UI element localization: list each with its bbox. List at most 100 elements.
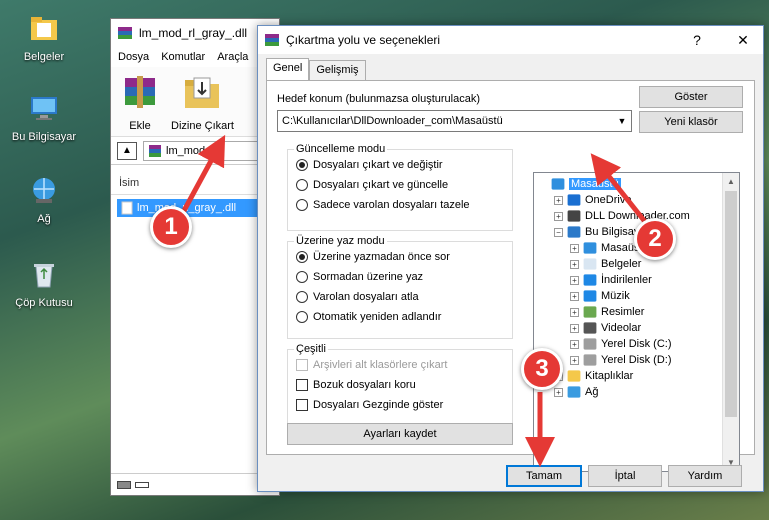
misc-option-keep-broken[interactable]: Bozuk dosyaları koru bbox=[296, 379, 416, 391]
radio-button[interactable] bbox=[296, 291, 308, 303]
collapse-icon[interactable]: − bbox=[554, 227, 563, 237]
misc-option-show-in-explorer[interactable]: Dosyaları Gezginde göster bbox=[296, 399, 443, 411]
save-settings-button[interactable]: Ayarları kaydet bbox=[287, 423, 513, 445]
archive-path-box[interactable]: lm_mod_rl_ bbox=[143, 140, 273, 161]
winrar-title: lm_mod_rl_gray_.dll bbox=[139, 26, 248, 40]
destination-combobox[interactable]: C:\Kullanıcılar\DllDownloader_com\Masaüs… bbox=[277, 110, 632, 132]
overwrite-option-rename[interactable]: Otomatik yeniden adlandır bbox=[296, 311, 441, 323]
documents-icon bbox=[583, 258, 597, 270]
tree-item[interactable]: + Yerel Disk (C:) bbox=[570, 336, 672, 352]
up-arrow-icon: ▲ bbox=[122, 145, 132, 156]
desktop-icon-label: Çöp Kutusu bbox=[15, 297, 73, 309]
cancel-button[interactable]: İptal bbox=[588, 465, 662, 487]
expand-icon[interactable]: + bbox=[570, 339, 579, 349]
desktop-icon-label: Belgeler bbox=[23, 51, 65, 63]
dialog-title-bar[interactable]: Çıkartma yolu ve seçenekleri ? ✕ bbox=[258, 26, 763, 54]
scrollbar-thumb[interactable] bbox=[725, 191, 737, 417]
radio-button[interactable] bbox=[296, 251, 308, 263]
pictures-icon bbox=[583, 306, 597, 318]
tree-item[interactable]: + İndirilenler bbox=[570, 272, 652, 288]
tree-item-label: Masaüstü bbox=[569, 178, 621, 190]
tree-item[interactable]: + Videolar bbox=[570, 320, 641, 336]
tree-item[interactable]: +Kitaplıklar bbox=[554, 368, 633, 384]
radio-button[interactable] bbox=[296, 271, 308, 283]
up-folder-button[interactable]: ▲ bbox=[117, 141, 137, 160]
expand-icon[interactable]: + bbox=[570, 323, 579, 333]
radio-button[interactable] bbox=[296, 159, 308, 171]
option-label: Dosyaları çıkart ve değiştir bbox=[313, 159, 443, 171]
expand-icon[interactable]: + bbox=[570, 259, 579, 269]
add-button[interactable]: Ekle bbox=[119, 72, 161, 132]
expand-icon[interactable]: + bbox=[570, 307, 579, 317]
tree-item[interactable]: + OneDrive bbox=[554, 192, 631, 208]
ok-button[interactable]: Tamam bbox=[506, 465, 582, 487]
winrar-app-icon bbox=[265, 34, 279, 46]
misc-title: Çeşitli bbox=[294, 343, 328, 355]
tree-item-label: Yerel Disk (D:) bbox=[601, 354, 672, 366]
tree-item-label: Resimler bbox=[601, 306, 645, 318]
download-icon bbox=[583, 274, 597, 286]
desktop-icon bbox=[583, 242, 597, 254]
tree-item-label: İndirilenler bbox=[601, 274, 652, 286]
winrar-window: lm_mod_rl_gray_.dll Dosya Komutlar Araçl… bbox=[110, 18, 280, 496]
extract-folder-icon bbox=[185, 77, 220, 108]
expand-icon[interactable]: + bbox=[554, 211, 563, 221]
close-button[interactable]: ✕ bbox=[723, 32, 763, 49]
update-mode-option-replace[interactable]: Dosyaları çıkart ve değiştir bbox=[296, 159, 443, 171]
update-mode-option-freshen[interactable]: Sadece varolan dosyaları tazele bbox=[296, 199, 470, 211]
archive-icon bbox=[149, 144, 161, 157]
option-label: Varolan dosyaları atla bbox=[313, 291, 419, 303]
update-mode-option-update[interactable]: Dosyaları çıkart ve güncelle bbox=[296, 179, 448, 191]
chevron-down-icon[interactable]: ▼ bbox=[613, 111, 631, 131]
tree-item[interactable]: + Resimler bbox=[570, 304, 644, 320]
expand-icon[interactable]: + bbox=[570, 243, 579, 253]
overwrite-option-skip[interactable]: Varolan dosyaları atla bbox=[296, 291, 419, 303]
desktop-icon-recycle-bin[interactable]: Çöp Kutusu bbox=[9, 258, 79, 309]
column-header-name[interactable]: İsim bbox=[111, 171, 279, 195]
scroll-up-icon[interactable]: ▲ bbox=[723, 173, 739, 190]
desktop-icon-documents[interactable]: Belgeler bbox=[9, 12, 79, 63]
tree-item[interactable]: + Belgeler bbox=[570, 256, 641, 272]
expand-icon[interactable]: + bbox=[570, 291, 579, 301]
menu-tools[interactable]: Araçla bbox=[217, 51, 248, 63]
expand-icon[interactable]: + bbox=[554, 195, 563, 205]
extract-to-button[interactable]: Dizine Çıkart bbox=[171, 72, 234, 132]
tree-item[interactable]: + Ağ bbox=[554, 384, 598, 400]
step-marker-1: 1 bbox=[150, 206, 192, 248]
recycle-bin-icon bbox=[34, 264, 54, 288]
file-list-item[interactable]: lm_mod_rl_gray_.dll bbox=[117, 199, 273, 217]
tab-general[interactable]: Genel bbox=[266, 58, 310, 80]
desktop-icon-this-pc[interactable]: Bu Bilgisayar bbox=[9, 92, 79, 143]
add-button-label: Ekle bbox=[129, 120, 151, 132]
option-label: Bozuk dosyaları koru bbox=[313, 379, 416, 391]
tree-item[interactable]: + Yerel Disk (D:) bbox=[570, 352, 672, 368]
expand-icon[interactable]: + bbox=[570, 275, 579, 285]
checkbox[interactable] bbox=[296, 379, 308, 391]
radio-button[interactable] bbox=[296, 311, 308, 323]
winrar-title-bar[interactable]: lm_mod_rl_gray_.dll bbox=[111, 19, 279, 47]
help-title-button[interactable]: ? bbox=[677, 32, 717, 48]
tree-item-label: Ağ bbox=[585, 386, 599, 398]
radio-button[interactable] bbox=[296, 199, 308, 211]
expand-icon[interactable]: + bbox=[570, 355, 579, 365]
tree-scrollbar[interactable]: ▲ ▼ bbox=[722, 173, 739, 471]
expand-icon[interactable]: + bbox=[554, 387, 563, 397]
menu-commands[interactable]: Komutlar bbox=[161, 51, 205, 63]
overwrite-option-ask[interactable]: Üzerine yazmadan önce sor bbox=[296, 251, 450, 263]
new-folder-button[interactable]: Yeni klasör bbox=[639, 111, 743, 133]
menu-file[interactable]: Dosya bbox=[118, 51, 149, 63]
tree-item[interactable]: + Müzik bbox=[570, 288, 630, 304]
radio-button[interactable] bbox=[296, 179, 308, 191]
tree-item[interactable]: Masaüstü bbox=[538, 176, 621, 192]
winrar-app-icon bbox=[118, 27, 132, 39]
folder-tree[interactable]: ▲ ▼ Masaüstü + OneDrive + DLL Downloader.com… bbox=[533, 172, 740, 472]
tab-advanced[interactable]: Gelişmiş bbox=[309, 60, 366, 80]
checkbox[interactable] bbox=[296, 399, 308, 411]
show-button[interactable]: Göster bbox=[639, 86, 743, 108]
dialog-tabs: Genel Gelişmiş bbox=[266, 58, 366, 80]
help-button[interactable]: Yardım bbox=[668, 465, 742, 487]
tree-item[interactable]: + DLL Downloader.com bbox=[554, 208, 690, 224]
overwrite-option-without-prompt[interactable]: Sormadan üzerine yaz bbox=[296, 271, 423, 283]
desktop-icon-network[interactable]: Ağ bbox=[9, 174, 79, 225]
network-icon bbox=[33, 178, 55, 203]
